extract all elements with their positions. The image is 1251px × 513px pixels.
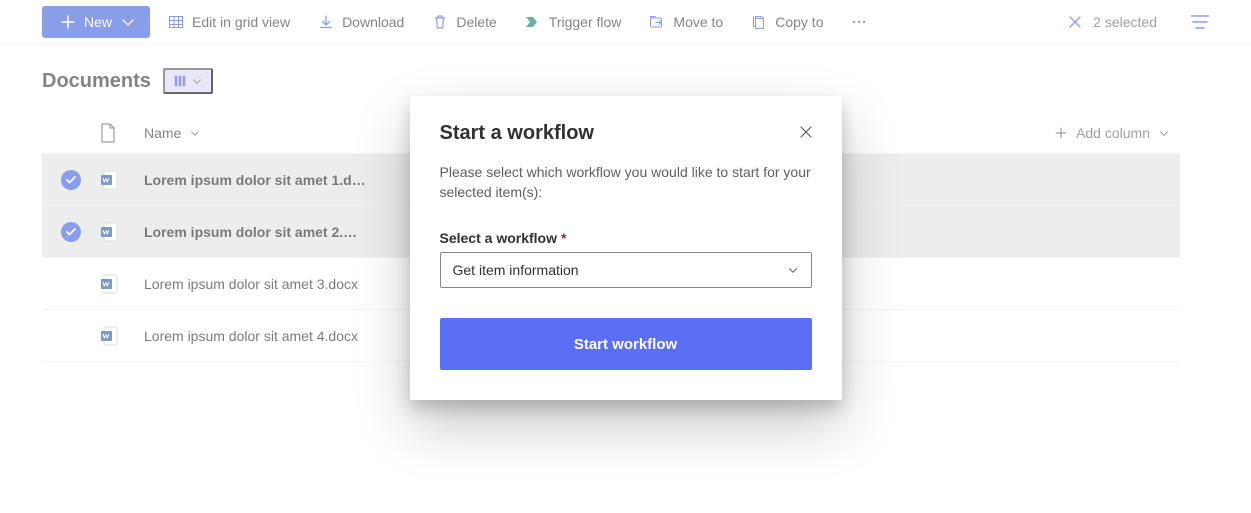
modal-description: Please select which workflow you would l… bbox=[440, 163, 812, 202]
chevron-down-icon bbox=[787, 264, 799, 276]
close-icon bbox=[798, 124, 814, 140]
modal-title: Start a workflow bbox=[440, 122, 812, 145]
modal-close-button[interactable] bbox=[792, 118, 820, 149]
required-indicator: * bbox=[561, 230, 566, 246]
start-workflow-button[interactable]: Start workflow bbox=[440, 318, 812, 370]
workflow-select[interactable]: Get item information bbox=[440, 252, 812, 288]
start-workflow-button-label: Start workflow bbox=[574, 336, 677, 353]
start-workflow-modal: Start a workflow Please select which wor… bbox=[410, 96, 842, 400]
workflow-field-label: Select a workflow * bbox=[440, 230, 812, 246]
modal-overlay[interactable]: Start a workflow Please select which wor… bbox=[0, 0, 1251, 513]
workflow-selected-value: Get item information bbox=[453, 262, 579, 278]
